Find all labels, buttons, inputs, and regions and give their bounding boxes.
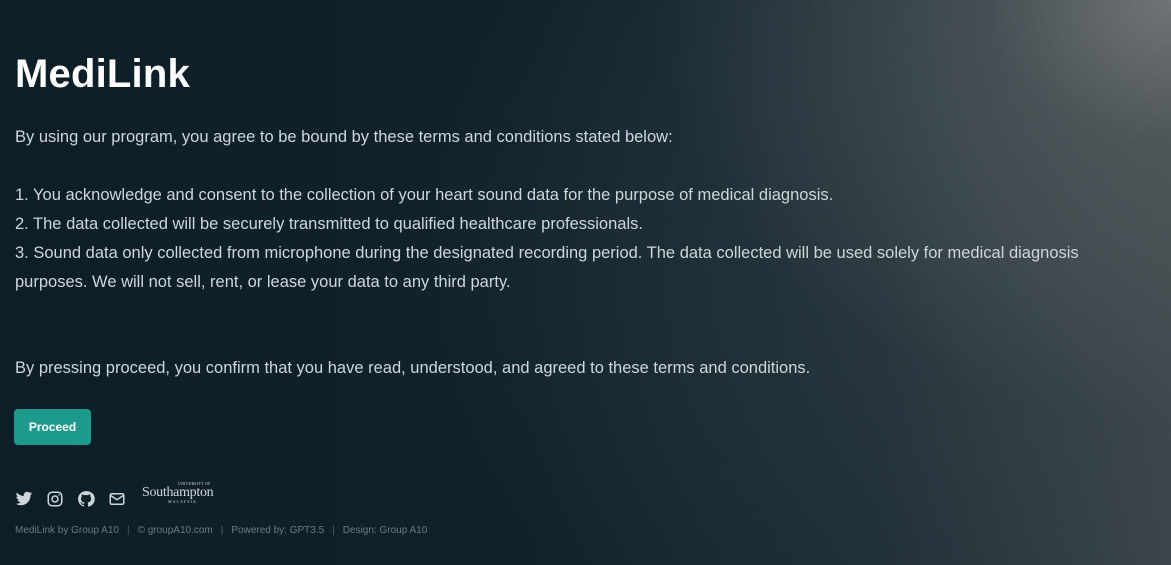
footer-separator: |: [332, 525, 335, 536]
footer: MediLink by Group A10 | © groupA10.com |…: [15, 525, 427, 536]
mail-icon[interactable]: [107, 490, 126, 509]
social-links: UNIVERSITY OF Southampton MALAYSIA: [14, 481, 228, 510]
footer-separator: |: [126, 525, 130, 536]
terms-item: 2. The data collected will be securely t…: [15, 215, 643, 233]
terms-page: MediLink By using our program, you agree…: [0, 0, 1171, 565]
logo-bottom-text: MALAYSIA: [168, 499, 197, 504]
footer-powered-by: Powered by: GPT3.5: [231, 525, 325, 536]
proceed-button[interactable]: Proceed: [14, 409, 91, 445]
terms-list: 1. You acknowledge and consent to the co…: [15, 181, 1155, 297]
southampton-logo: UNIVERSITY OF Southampton MALAYSIA: [142, 481, 228, 506]
footer-separator: |: [220, 525, 224, 536]
terms-intro: By using our program, you agree to be bo…: [15, 128, 673, 146]
instagram-icon[interactable]: [45, 490, 64, 509]
footer-design: Design: Group A10: [342, 525, 428, 536]
github-icon[interactable]: [76, 490, 95, 509]
terms-item: 3. Sound data only collected from microp…: [15, 244, 1079, 291]
terms-item: 1. You acknowledge and consent to the co…: [15, 186, 834, 204]
footer-credit: MediLink by Group A10: [15, 525, 119, 536]
confirm-text: By pressing proceed, you confirm that yo…: [15, 359, 811, 377]
footer-site-link[interactable]: © groupA10.com: [138, 525, 213, 536]
page-title: MediLink: [15, 52, 190, 96]
twitter-icon[interactable]: [14, 490, 33, 509]
